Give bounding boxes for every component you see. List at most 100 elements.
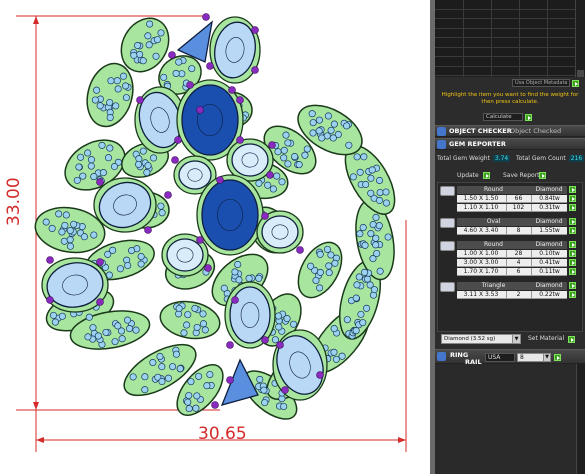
chevron-down-icon[interactable]: ▼: [512, 335, 520, 343]
pave-stone: [87, 162, 95, 170]
pave-stone: [187, 378, 195, 386]
calculate-dropdown[interactable]: Calculate: [483, 113, 523, 121]
pave-stone: [373, 249, 381, 258]
gem-row-go-button[interactable]: [569, 204, 576, 211]
pave-stone: [284, 160, 292, 168]
gem-weight: 0.10tw: [531, 250, 567, 258]
gem-shape-icon[interactable]: [440, 241, 455, 251]
gem-row[interactable]: 3.00 X 3.00 4 0.41tw: [457, 259, 567, 267]
pave-stone: [361, 241, 369, 249]
gem-shape-icon[interactable]: [440, 218, 455, 228]
pave-stone: [280, 402, 288, 411]
pave-stone: [372, 213, 380, 221]
material-dropdown[interactable]: Diamond (3.52 sg) ▼: [441, 334, 521, 344]
gem-row-go-button[interactable]: [569, 227, 576, 234]
pave-stone: [129, 373, 137, 381]
total-gem-count-label: Total Gem Count: [515, 155, 566, 162]
pave-stone: [96, 102, 104, 110]
pave-stone: [201, 326, 209, 334]
pave-stone: [199, 320, 208, 328]
pave-stone: [260, 386, 268, 394]
pave-stone: [164, 374, 172, 382]
pave-stone: [273, 172, 281, 180]
object-checker-bar[interactable]: OBJECT CHECKER Object Checked: [435, 125, 585, 137]
gem-shape-icon[interactable]: [440, 186, 455, 196]
save-report-button[interactable]: [539, 172, 546, 179]
ring-standard-select[interactable]: USA: [485, 353, 515, 362]
pave-stone: [363, 304, 371, 312]
pave-stone: [130, 51, 138, 59]
pave-stone: [90, 173, 98, 181]
pave-stone: [98, 141, 106, 149]
object-list[interactable]: [435, 0, 576, 77]
gem-row[interactable]: 4.60 X 3.40 8 1.55tw: [457, 227, 567, 235]
gem-row[interactable]: 1.00 X 1.00 28 0.10tw: [457, 250, 567, 258]
pave-stone: [134, 41, 142, 50]
pave-stone: [80, 233, 88, 241]
gem-reporter-bar[interactable]: GEM REPORTER: [435, 138, 585, 150]
gem-row-go-button[interactable]: [569, 195, 576, 202]
prong: [266, 171, 274, 179]
pave-stone: [106, 114, 114, 122]
pave-stone: [125, 325, 134, 333]
gem-shape-icon[interactable]: [440, 282, 455, 292]
gem-material-go-button[interactable]: [569, 282, 576, 289]
pave-stone: [318, 134, 326, 142]
gem-material-go-button[interactable]: [569, 186, 576, 193]
pave-stone: [104, 154, 113, 162]
pave-stone: [375, 196, 384, 204]
pave-stone: [376, 267, 384, 275]
gem-row-go-button[interactable]: [569, 250, 576, 257]
prong: [144, 226, 152, 234]
pave-stone: [175, 58, 183, 66]
gem-row-go-button[interactable]: [569, 291, 576, 298]
ring-size-go-button[interactable]: [554, 354, 561, 361]
set-material-label: Set Material: [528, 335, 565, 342]
gem-shape-label: Round: [484, 241, 503, 248]
gem-row[interactable]: 1.70 X 1.70 6 0.11tw: [457, 268, 567, 276]
prong: [196, 236, 204, 244]
pave-stone: [122, 82, 130, 90]
total-gem-weight-label: Total Gem Weight: [437, 155, 490, 162]
pave-stone: [309, 129, 317, 137]
prong: [96, 178, 104, 186]
pave-stone: [303, 145, 311, 153]
gem-material-go-button[interactable]: [569, 241, 576, 248]
gem-row[interactable]: 1.10 X 1.10 102 0.31tw: [457, 204, 567, 212]
ring-size-select[interactable]: 8 ▼: [517, 353, 551, 362]
gem-material-go-button[interactable]: [569, 218, 576, 225]
gem-count: 28: [506, 250, 530, 258]
pave-stone: [361, 268, 369, 276]
unit-dropdown-go-icon[interactable]: [572, 80, 579, 87]
pave-stone: [315, 116, 323, 124]
update-button[interactable]: [483, 172, 490, 179]
pave-stone: [158, 363, 166, 371]
gem-row-go-button[interactable]: [569, 268, 576, 275]
pave-stone: [278, 178, 286, 186]
object-list-scrollbar[interactable]: [576, 0, 585, 77]
pave-stone: [291, 153, 299, 161]
pave-stone: [283, 315, 291, 323]
prong: [96, 258, 104, 266]
pave-stone: [42, 218, 50, 226]
gem-totals: Total Gem Weight 3.74 Total Gem Count 21…: [437, 155, 585, 162]
gem-weight: 0.41tw: [531, 259, 567, 267]
pave-stone: [316, 268, 324, 276]
set-material-button[interactable]: [568, 336, 575, 343]
3d-viewport[interactable]: 30.65 33.00: [0, 0, 430, 474]
calculate-button[interactable]: [525, 114, 532, 121]
gem-row[interactable]: 3.11 X 3.53 2 0.22tw: [457, 291, 567, 299]
gem-row[interactable]: 1.50 X 1.50 66 0.84tw: [457, 195, 567, 203]
gem-group-header: Oval Diamond: [457, 218, 567, 226]
chevron-down-icon[interactable]: ▼: [543, 354, 550, 361]
pave-stone: [141, 373, 149, 381]
unit-dropdown[interactable]: Usa Object Metadata: [512, 79, 570, 87]
gem-material-label: Diamond: [535, 241, 563, 248]
gem-panel: Usa Object Metadata Highlight the item y…: [435, 0, 585, 474]
pave-stone: [382, 199, 390, 207]
panel-scrollbar[interactable]: [576, 364, 585, 474]
gem-row-go-button[interactable]: [569, 259, 576, 266]
pave-stone: [90, 231, 98, 239]
pave-stone: [114, 322, 122, 330]
prong: [226, 376, 234, 384]
